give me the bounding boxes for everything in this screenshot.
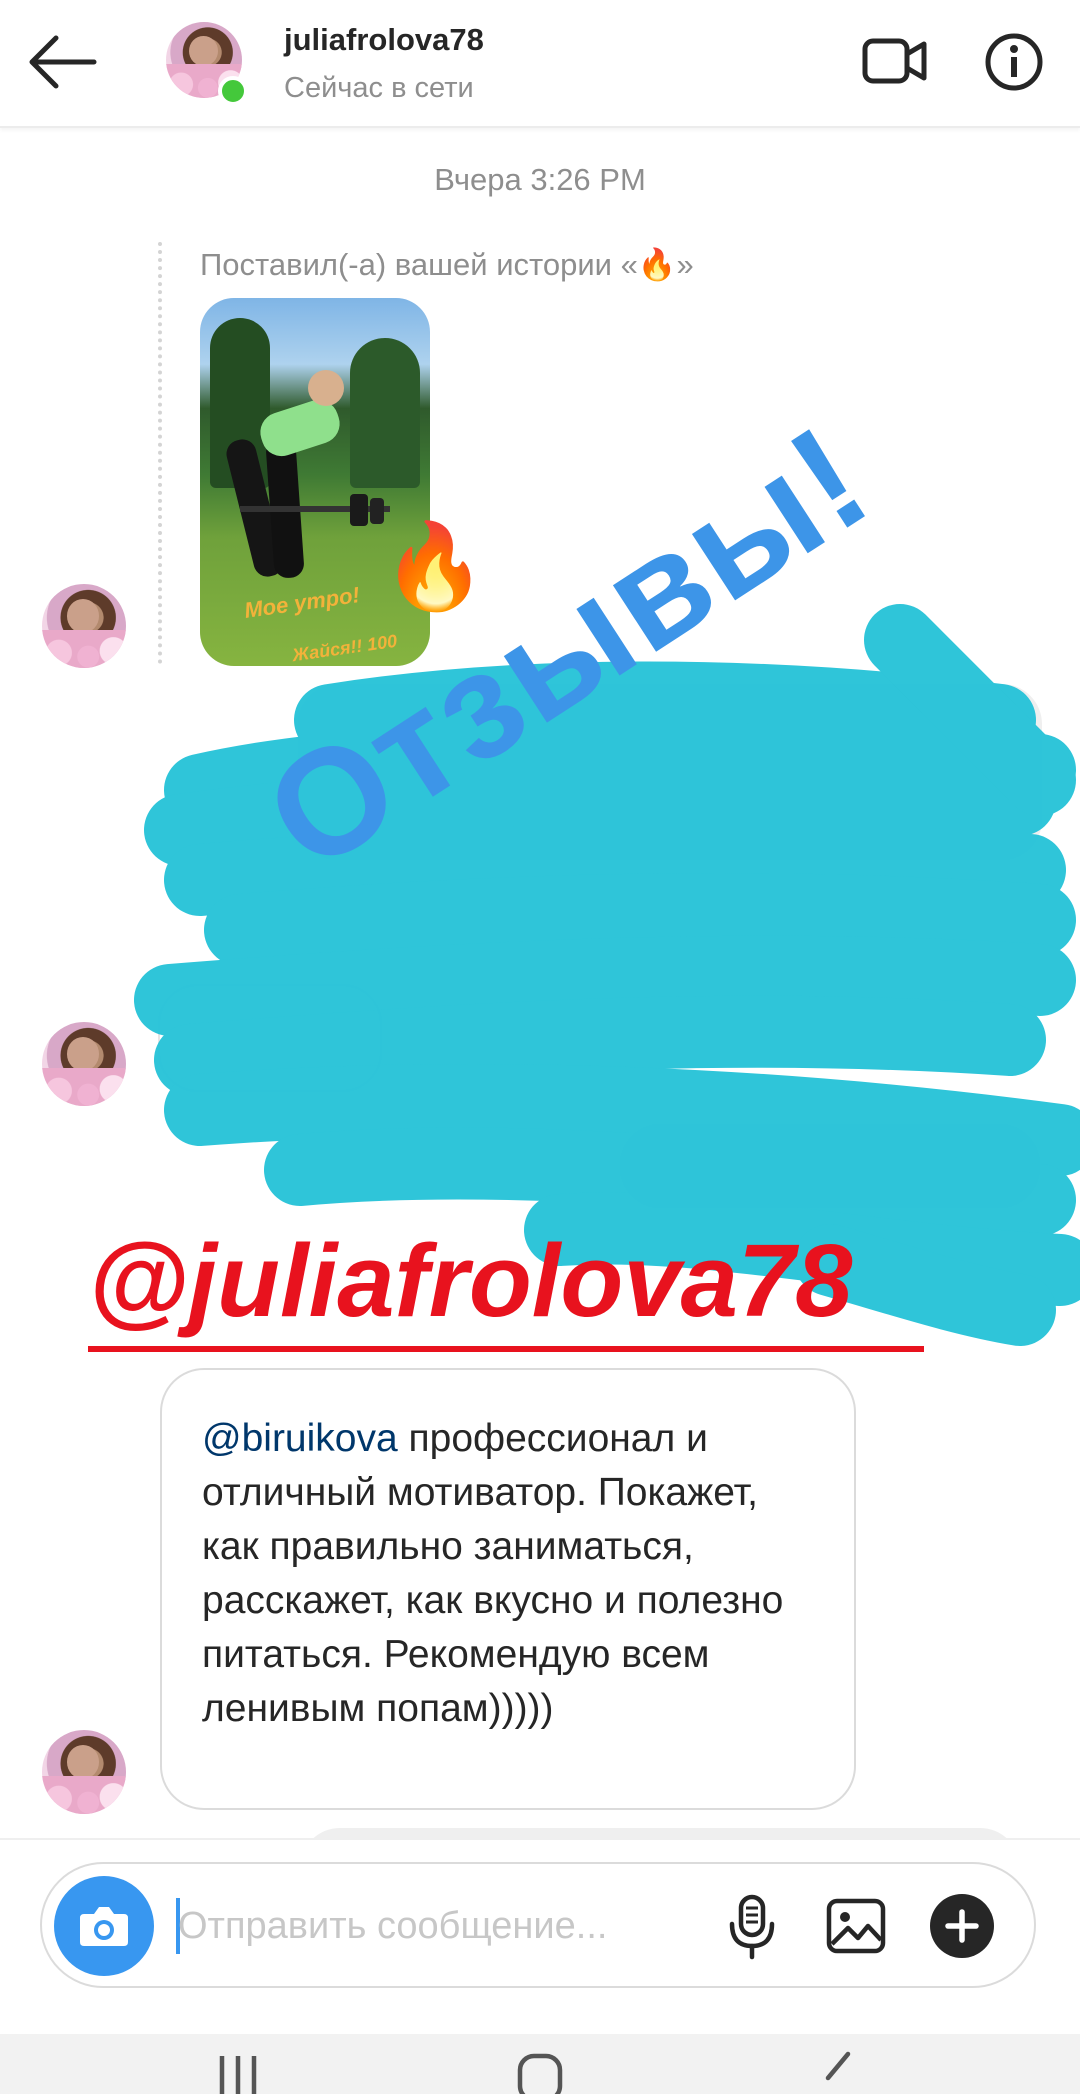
incoming-message-bubble[interactable]: @biruikova профессионал и отличный мотив… [160, 1368, 856, 1810]
reply-divider [158, 242, 162, 664]
outgoing-message-hidden[interactable] [620, 1124, 1040, 1208]
online-status: Сейчас в сети [284, 72, 474, 104]
incoming-message-hidden[interactable] [158, 984, 382, 1092]
online-indicator [218, 76, 248, 106]
microphone-icon[interactable] [726, 1894, 778, 1960]
back-nav-icon[interactable] [808, 2034, 868, 2094]
camera-icon [80, 1907, 128, 1946]
more-actions-button[interactable] [930, 1894, 994, 1958]
system-navigation-bar [0, 2034, 1080, 2094]
chat-header: juliafrolova78 Сейчас в сети [0, 0, 1080, 128]
arrow-left-icon[interactable] [28, 34, 98, 90]
message-text: профессионал и отличный мотиватор. Покаж… [202, 1417, 784, 1730]
recent-apps-icon[interactable] [208, 2034, 268, 2094]
handle-underline [88, 1346, 924, 1352]
sender-avatar[interactable] [42, 584, 126, 668]
story-text: Мое утро! [242, 582, 362, 623]
fire-reaction: 🔥 [382, 519, 487, 613]
sender-avatar[interactable] [42, 1730, 126, 1814]
home-icon[interactable] [510, 2034, 570, 2094]
info-icon[interactable] [984, 32, 1044, 92]
sender-avatar[interactable] [42, 1022, 126, 1106]
story-text-secondary: Жайся!! 100 [291, 630, 399, 666]
camera-button[interactable] [54, 1876, 154, 1976]
handle-stamp: @juliafrolova78 [88, 1223, 853, 1338]
video-camera-icon[interactable] [862, 36, 928, 86]
gallery-icon[interactable] [826, 1898, 886, 1954]
story-reply-caption: Поставил(-а) вашей истории «🔥» [200, 247, 694, 282]
user-mention[interactable]: @biruikova [202, 1417, 398, 1460]
chat-username[interactable]: juliafrolova78 [284, 22, 484, 58]
message-timestamp: Вчера 3:26 PM [434, 162, 646, 197]
plus-icon [945, 1909, 979, 1943]
message-input[interactable] [178, 1898, 708, 1954]
